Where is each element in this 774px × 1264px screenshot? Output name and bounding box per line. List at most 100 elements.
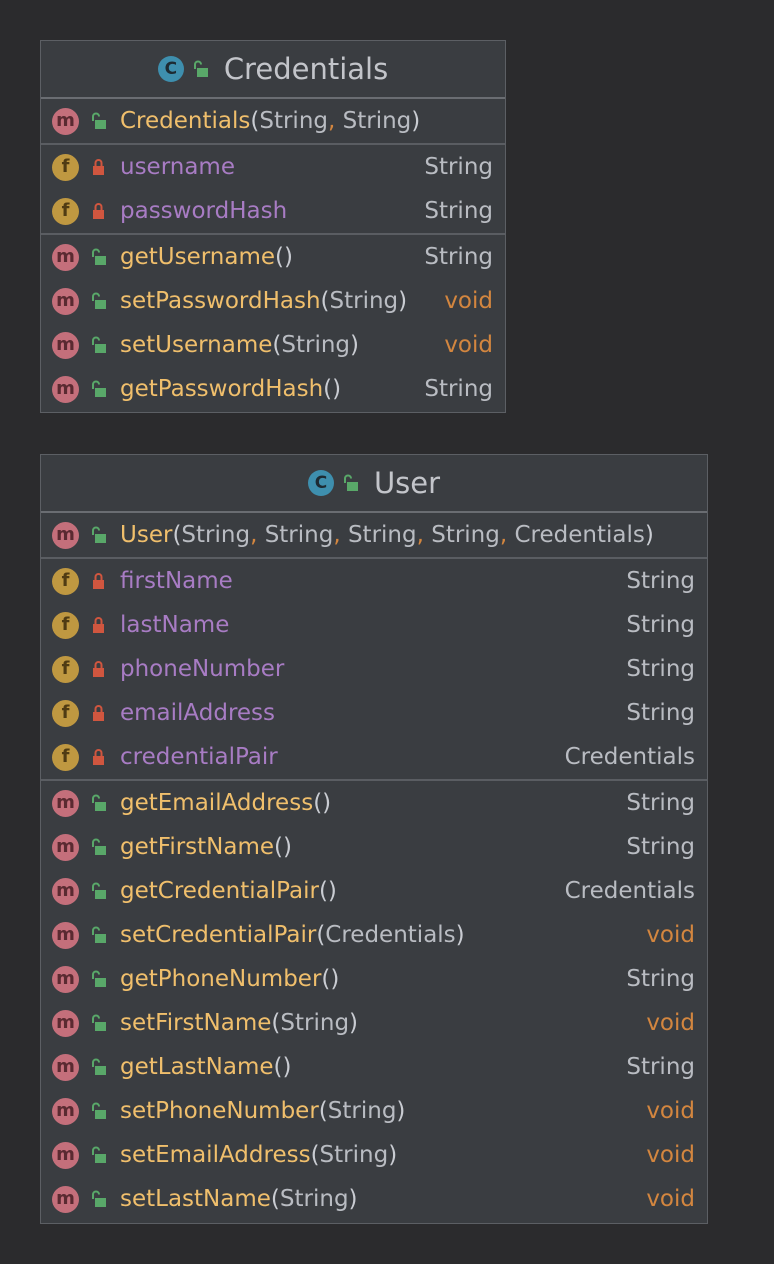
constructor-section: m User(String, String, String, String, Cr… (41, 513, 707, 559)
paren-close: ) (283, 834, 292, 860)
return-type: void (646, 1010, 695, 1036)
method-row[interactable]: m setUsername(String) void (41, 323, 505, 367)
class-header: C Credentials (41, 41, 505, 99)
param-type: String (259, 108, 328, 134)
paren-close: ) (330, 966, 340, 992)
paren-close: ) (349, 1010, 359, 1036)
field-badge-icon: f (52, 743, 79, 771)
param-type: String (281, 332, 351, 358)
param-separator: , (328, 108, 343, 134)
method-row[interactable]: m getCredentialPair() Credentials (41, 869, 707, 913)
unlocked-padlock-icon (92, 526, 106, 543)
method-row[interactable]: m setPasswordHash(String) void (41, 279, 505, 323)
field-signature: phoneNumber (120, 656, 612, 682)
method-signature: getPhoneNumber() (120, 966, 612, 992)
return-type: String (626, 1054, 695, 1080)
locked-padlock-icon (93, 705, 104, 721)
return-type: String (424, 376, 493, 402)
locked-padlock-icon (93, 573, 104, 589)
field-signature: passwordHash (120, 198, 410, 224)
unlocked-padlock-icon (92, 794, 106, 811)
field-row[interactable]: f lastName String (41, 603, 707, 647)
return-type: Credentials (564, 878, 695, 904)
paren-close: ) (455, 922, 465, 948)
method-badge-icon: m (52, 789, 79, 817)
method-name: getCredentialPair (120, 878, 319, 904)
method-name: getFirstName (120, 834, 275, 860)
method-signature: User(String, String, String, String, Cre… (120, 522, 695, 548)
paren-open: ( (270, 1186, 280, 1212)
method-row[interactable]: m getLastName() String (41, 1045, 707, 1089)
return-type: String (626, 834, 695, 860)
param-type: String (280, 1010, 350, 1036)
method-name: setUsername (120, 332, 273, 358)
paren-open: ( (316, 922, 326, 948)
method-name: User (120, 522, 173, 548)
method-row[interactable]: m setFirstName(String) void (41, 1001, 707, 1045)
return-type: void (444, 332, 493, 358)
method-signature: setPasswordHash(String) (120, 288, 430, 314)
field-signature: firstName (120, 568, 612, 594)
method-row[interactable]: m getPasswordHash() String (41, 367, 505, 411)
paren-open: ( (273, 1054, 283, 1080)
unlocked-padlock-icon (343, 474, 358, 491)
return-type: void (444, 288, 493, 314)
return-type: String (626, 966, 695, 992)
param-type: String (347, 522, 417, 548)
field-signature: lastName (120, 612, 612, 638)
paren-open: ( (310, 1142, 320, 1168)
field-row[interactable]: f firstName String (41, 559, 707, 603)
field-name: username (120, 154, 235, 180)
method-row[interactable]: m setPhoneNumber(String) void (41, 1089, 707, 1133)
method-row[interactable]: m setLastName(String) void (41, 1177, 707, 1221)
method-badge-icon: m (52, 287, 79, 315)
method-row[interactable]: m getFirstName() String (41, 825, 707, 869)
paren-close: ) (282, 1054, 292, 1080)
class-box-credentials[interactable]: C Credentials m Credentials(String, Strin… (40, 40, 506, 413)
unlocked-padlock-icon (92, 838, 106, 855)
method-signature: getCredentialPair() (120, 878, 551, 904)
method-name: getPasswordHash (120, 376, 324, 402)
param-separator: , (333, 522, 348, 548)
method-badge-icon: m (52, 1097, 79, 1125)
field-row[interactable]: f emailAddress String (41, 691, 707, 735)
constructor-row[interactable]: m Credentials(String, String) (41, 99, 505, 143)
unlocked-padlock-icon (92, 970, 106, 987)
field-row[interactable]: f phoneNumber String (41, 647, 707, 691)
method-signature: setPhoneNumber(String) (120, 1098, 632, 1124)
public-unlock-icon (342, 474, 360, 492)
constructor-row[interactable]: m User(String, String, String, String, Cr… (41, 513, 707, 557)
method-signature: getFirstName() (120, 834, 612, 860)
field-signature: credentialPair (120, 744, 551, 770)
method-row[interactable]: m setEmailAddress(String) void (41, 1133, 707, 1177)
field-name: phoneNumber (120, 656, 285, 682)
method-row[interactable]: m setCredentialPair(Credentials) void (41, 913, 707, 957)
method-row[interactable]: m getPhoneNumber() String (41, 957, 707, 1001)
method-badge-icon: m (52, 1053, 79, 1081)
paren-close: ) (644, 522, 654, 548)
return-type: String (626, 700, 695, 726)
method-badge-icon: m (52, 375, 79, 403)
param-type: Credentials (325, 922, 456, 948)
method-row[interactable]: m getUsername() String (41, 235, 505, 279)
field-row[interactable]: f username String (41, 145, 505, 189)
method-badge-icon: m (52, 921, 79, 949)
constructor-section: m Credentials(String, String) (41, 99, 505, 145)
class-c-icon: C (157, 56, 184, 82)
paren-open: ( (320, 288, 330, 314)
locked-padlock-icon (93, 661, 104, 677)
method-name: setCredentialPair (120, 922, 317, 948)
method-signature: setUsername(String) (120, 332, 430, 358)
return-type: void (646, 1186, 695, 1212)
method-badge-icon: m (52, 1141, 79, 1169)
field-badge-icon: f (52, 153, 79, 181)
unlocked-padlock-icon (92, 112, 106, 129)
field-row[interactable]: f credentialPair Credentials (41, 735, 707, 779)
field-row[interactable]: f passwordHash String (41, 189, 505, 233)
paren-open: ( (323, 376, 333, 402)
class-box-user[interactable]: C User m User(String, String, String, Str… (40, 454, 708, 1224)
method-row[interactable]: m getEmailAddress() String (41, 781, 707, 825)
paren-close: ) (411, 108, 421, 134)
return-type: Credentials (564, 744, 695, 770)
method-name: Credentials (120, 108, 251, 134)
